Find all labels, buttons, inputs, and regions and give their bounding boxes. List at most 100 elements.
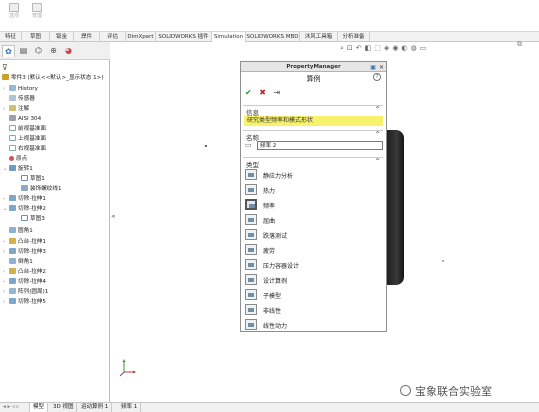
dimxpert-tab-icon[interactable]: ⊕ xyxy=(47,45,60,57)
tree-item-chamfer1[interactable]: 倒角1 xyxy=(3,258,33,267)
tree-item-origin[interactable]: 原点 xyxy=(3,155,27,164)
type-option-design-study[interactable]: 设计算例 xyxy=(244,273,382,287)
tab-solidworks-addins[interactable]: SOLIDWORKS 插件 xyxy=(156,32,212,42)
command-manager-tabs: 特征 草图 钣金 焊件 评估 DimXpert SOLIDWORKS 插件 Si… xyxy=(0,31,539,42)
restore-icon[interactable]: ⧉ xyxy=(517,40,522,49)
type-section-header[interactable]: 类型 ⌃ xyxy=(243,157,383,169)
tree-item-top-plane[interactable]: 上视基准面 xyxy=(3,135,46,144)
property-manager-tab-icon[interactable]: ▤ xyxy=(17,45,30,57)
name-section-header[interactable]: 名称 ⌃ xyxy=(243,130,383,142)
hide-show-icon[interactable]: ◉ xyxy=(392,44,398,52)
type-option-thermal[interactable]: 热力 xyxy=(244,183,382,197)
tree-item-sketch1[interactable]: 草图1 xyxy=(15,175,45,184)
collapse-icon[interactable]: ⌃ xyxy=(374,130,381,139)
tree-item-right-plane[interactable]: 右视基准面 xyxy=(3,145,46,154)
zoom-to-fit-icon[interactable]: ⌕ xyxy=(340,44,344,52)
tree-item-cosmetic-thread1[interactable]: 装饰螺纹线1 xyxy=(15,185,62,194)
tree-item-cut-extrude4[interactable]: › 切除-拉伸4 xyxy=(3,278,46,287)
tab-analysis-prep[interactable]: 分析准备 xyxy=(338,32,370,42)
type-option-frequency[interactable]: 频率 xyxy=(244,198,382,212)
info-section-header[interactable]: 信息 ⌃ xyxy=(243,105,383,117)
type-option-buckling[interactable]: 屈曲 xyxy=(244,213,382,227)
panel-tabs: ✿ ▤ ⌬ ⊕ ◕ xyxy=(0,42,110,60)
tree-item-sensors[interactable]: 传感器 xyxy=(3,95,35,104)
wechat-logo-icon xyxy=(400,385,411,396)
pin-button[interactable]: ⇥ xyxy=(274,88,281,97)
tab-dimxpert[interactable]: DimXpert xyxy=(126,32,156,42)
tree-item-history[interactable]: › History xyxy=(3,85,38,94)
zoom-area-icon[interactable]: ⊡ xyxy=(347,44,353,52)
filter-icon[interactable]: ⊽ xyxy=(2,63,8,72)
ok-button[interactable]: ✔ xyxy=(245,88,252,97)
tab-3d-views[interactable]: 3D 视图 xyxy=(50,403,78,412)
type-option-nonlinear[interactable]: 非线性 xyxy=(244,303,382,317)
collapse-icon[interactable]: ⌃ xyxy=(374,105,381,114)
design-study-icon xyxy=(245,274,257,285)
view-orientation-icon[interactable]: ⬚ xyxy=(374,44,381,52)
tree-item-sketch3[interactable]: 草图3 xyxy=(15,215,45,224)
apply-scene-icon[interactable]: ◍ xyxy=(411,44,417,52)
chamfer-icon xyxy=(9,258,16,264)
tree-item-front-plane[interactable]: 前视基准面 xyxy=(3,125,46,134)
tree-item-boss-extrude2[interactable]: › 凸台-拉伸2 xyxy=(3,268,46,277)
tree-item-annotations[interactable]: › 注解 xyxy=(3,105,29,114)
type-option-static[interactable]: 静应力分析 xyxy=(244,168,382,182)
tree-item-cut-extrude1[interactable]: › 切除-拉伸1 xyxy=(3,195,46,204)
tree-item-cut-extrude2[interactable]: ⌄ 切除-拉伸2 xyxy=(3,205,46,214)
panel-collapse-icon[interactable]: ◂ xyxy=(111,212,115,220)
thread-icon xyxy=(21,185,28,191)
plane-icon xyxy=(9,145,16,151)
manage-button[interactable]: 管理 xyxy=(27,3,47,21)
tree-item-cut-extrude5[interactable]: › 切除-拉伸5 xyxy=(3,298,46,307)
configuration-tab-icon[interactable]: ⌬ xyxy=(32,45,45,57)
options-icon xyxy=(9,3,19,12)
pattern-icon xyxy=(9,288,16,294)
type-option-fatigue[interactable]: 疲劳 xyxy=(244,243,382,257)
tab-toolbox[interactable]: 沐风工具箱 xyxy=(300,32,338,42)
type-option-submodel[interactable]: 子模型 xyxy=(244,288,382,302)
previous-view-icon[interactable]: ↶ xyxy=(356,44,362,52)
tab-sketch[interactable]: 草图 xyxy=(22,32,50,42)
type-option-drop-test[interactable]: 跌落测试 xyxy=(244,228,382,242)
edit-appearance-icon[interactable]: ◐ xyxy=(401,44,407,52)
section-view-icon[interactable]: ◧ xyxy=(365,44,372,52)
tab-evaluate[interactable]: 评估 xyxy=(100,32,126,42)
collapse-icon[interactable]: ⌃ xyxy=(374,157,381,166)
tree-item-circular-pattern1[interactable]: › 阵列(圆周)1 xyxy=(3,288,48,297)
close-icon[interactable]: ✕ xyxy=(379,63,384,73)
cancel-button[interactable]: ✖ xyxy=(259,88,266,97)
graphics-window-controls: ⧉ xyxy=(517,40,522,49)
buckling-study-icon xyxy=(245,214,257,225)
tab-features[interactable]: 特征 xyxy=(0,32,22,42)
annotation-icon xyxy=(9,105,16,111)
detach-icon[interactable]: ▣ xyxy=(370,63,376,73)
tab-weldments[interactable]: 焊件 xyxy=(74,32,100,42)
options-button[interactable]: 选项 xyxy=(4,3,24,21)
sensor-icon xyxy=(9,95,16,101)
tab-sheet-metal[interactable]: 钣金 xyxy=(50,32,74,42)
frequency-study-icon xyxy=(245,199,257,210)
type-option-linear-dynamic[interactable]: 线性动力 xyxy=(244,318,382,332)
tree-root[interactable]: 零件3 (默认<<默认>_显示状态 1>) xyxy=(2,74,104,83)
type-option-pressure-vessel[interactable]: 压力容器设计 xyxy=(244,258,382,272)
nav-arrows-icon[interactable]: ◂ ▸ ◃ ▹ xyxy=(0,403,30,412)
display-style-icon[interactable]: ◈ xyxy=(384,44,389,52)
feature-tree-icon[interactable]: ✿ xyxy=(2,45,15,57)
tree-item-boss-extrude1[interactable]: › 凸台-拉伸1 xyxy=(3,238,46,247)
tab-motion-study[interactable]: 运动算例 1 xyxy=(78,403,113,412)
tree-item-revolve1[interactable]: ⌄ 旋转1 xyxy=(3,165,33,174)
manage-icon xyxy=(32,3,42,12)
help-icon[interactable]: ? xyxy=(373,73,381,81)
tree-item-cut-extrude3[interactable]: › 切除-拉伸3 xyxy=(3,248,46,257)
view-settings-icon[interactable]: ▭ xyxy=(420,44,427,52)
heads-up-view-toolbar: ⌕ ⊡ ↶ ◧ ⬚ ◈ ◉ ◐ ◍ ▭ xyxy=(340,44,429,53)
tab-simulation[interactable]: Simulation xyxy=(212,32,246,42)
study-name-field[interactable]: 频率 2 xyxy=(257,141,383,150)
part-model-edge[interactable] xyxy=(386,130,404,285)
tab-model[interactable]: 模型 xyxy=(30,403,49,412)
tab-frequency-study[interactable]: 频率 1 xyxy=(118,403,142,412)
tree-item-material[interactable]: AISI 304 xyxy=(3,115,41,124)
display-manager-tab-icon[interactable]: ◕ xyxy=(62,45,75,57)
tree-item-fillet1[interactable]: 圆角1 xyxy=(3,227,33,236)
tab-solidworks-mbd[interactable]: SOLIDWORKS MBD xyxy=(246,32,300,42)
